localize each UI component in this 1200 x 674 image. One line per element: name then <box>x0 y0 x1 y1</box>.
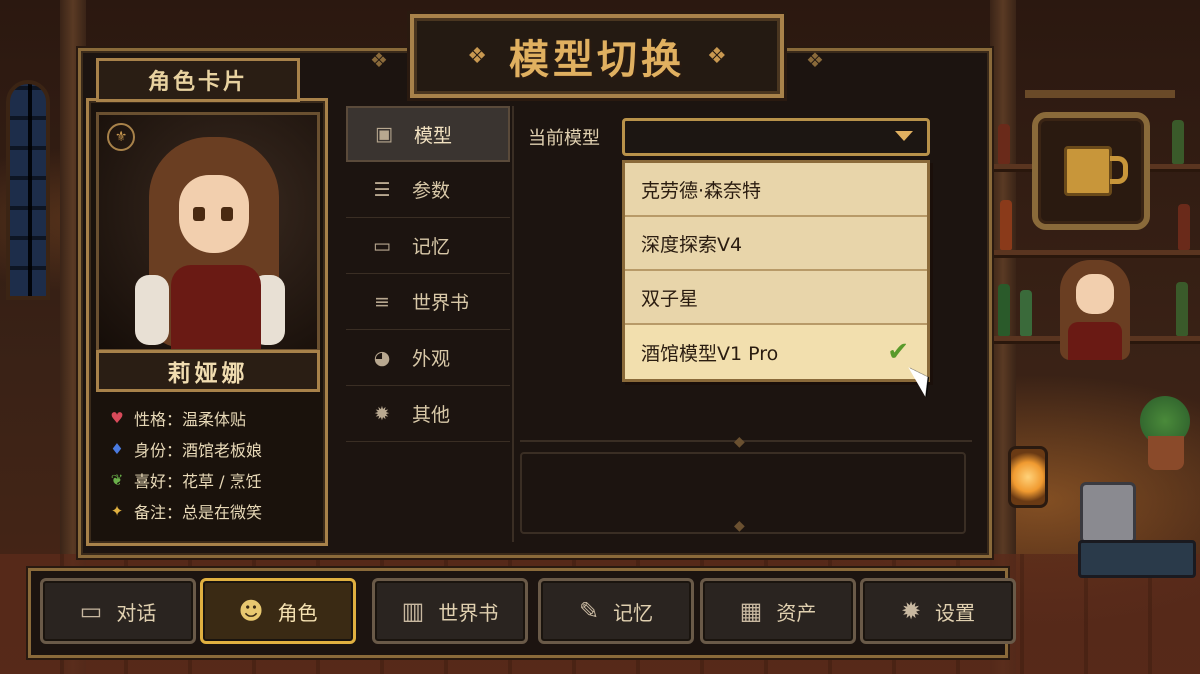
tab-settings[interactable]: ✹ 设置 <box>860 578 1016 644</box>
chest-icon: ▦ <box>739 597 763 625</box>
model-select[interactable] <box>622 118 930 156</box>
bottle <box>1000 200 1012 250</box>
nav-item-model[interactable]: ▣ 模型 <box>346 106 510 162</box>
option-label: 酒馆模型V1 Pro <box>641 342 779 365</box>
nav-label: 外观 <box>412 348 451 370</box>
trait-text: 性格：温柔体贴 <box>134 409 247 429</box>
option-label: 双子星 <box>641 287 699 310</box>
ornament-icon: ◆ <box>734 434 745 450</box>
nav-item-other[interactable]: ✹ 其他 <box>346 386 510 442</box>
character-name: 莉娅娜 <box>96 350 320 392</box>
page-title: 模型切换 <box>509 37 685 83</box>
checkmark-icon: ✔ <box>887 337 909 367</box>
nav-label: 模型 <box>414 124 453 147</box>
nav-item-params[interactable]: ☰ 参数 <box>346 162 510 218</box>
book <box>1078 540 1196 578</box>
trait-text: 备注：总是在微笑 <box>134 502 263 522</box>
chat-icon: ▭ <box>79 597 103 625</box>
settings-nav: ▣ 模型 ☰ 参数 ▭ 记忆 ≡ 世界书 ◕ 外观 ✹ 其他 <box>346 106 510 542</box>
gear-icon: ✹ <box>900 597 922 625</box>
option-label: 深度探索V4 <box>641 233 743 256</box>
tab-label: 世界书 <box>438 600 499 625</box>
sign-bar <box>1025 90 1175 98</box>
trait-row: ♥ 性格：温柔体贴 <box>108 402 318 433</box>
character-portrait: ⚜ <box>96 112 320 352</box>
gear-icon: ✹ <box>374 402 390 425</box>
gem-icon: ♦ <box>110 439 124 458</box>
model-option-selected[interactable]: 酒馆模型V1 Pro ✔ <box>625 325 927 379</box>
star-icon: ✦ <box>110 501 124 520</box>
tab-memory[interactable]: ✎ 记忆 <box>538 578 694 644</box>
nav-label: 世界书 <box>412 292 470 314</box>
model-option[interactable]: 深度探索V4 <box>625 217 927 271</box>
quill-icon: ✎ <box>578 597 600 625</box>
tab-assets[interactable]: ▦ 资产 <box>700 578 856 644</box>
tab-chat[interactable]: ▭ 对话 <box>40 578 196 644</box>
tab-worldbook[interactable]: ▥ 世界书 <box>372 578 528 644</box>
leaf-icon: ❦ <box>110 470 124 489</box>
bottle <box>998 124 1010 164</box>
tab-label: 记忆 <box>613 600 654 625</box>
model-option[interactable]: 克劳德·森奈特 <box>625 163 927 217</box>
trait-row: ♦ 身份：酒馆老板娘 <box>108 433 318 464</box>
lantern <box>1008 446 1048 508</box>
bottle <box>1178 204 1190 250</box>
model-dropdown: 克劳德·森奈特 深度探索V4 双子星 酒馆模型V1 Pro ✔ <box>622 160 930 382</box>
ornament-icon: ❖ <box>467 43 487 69</box>
tab-label: 资产 <box>776 600 817 625</box>
palette-icon: ◕ <box>373 346 391 369</box>
trait-row: ❦ 喜好：花草 / 烹饪 <box>108 464 318 495</box>
bottle <box>1020 290 1032 336</box>
trait-row: ✦ 备注：总是在微笑 <box>108 495 318 526</box>
nav-item-appearance[interactable]: ◕ 外观 <box>346 330 510 386</box>
emblem-icon: ⚜ <box>107 123 135 151</box>
tab-label: 对话 <box>116 600 157 625</box>
nav-item-worldbook[interactable]: ≡ 世界书 <box>346 274 510 330</box>
bottle <box>1172 120 1184 164</box>
chip-icon: ▣ <box>375 123 393 145</box>
ornament-icon: ◆ <box>734 518 745 534</box>
book-icon: ▥ <box>401 597 425 625</box>
sliders-icon: ☰ <box>373 178 391 201</box>
chat-bubble-icon: ▭ <box>373 234 391 257</box>
tab-label: 设置 <box>935 600 976 625</box>
trait-text: 喜好：花草 / 烹饪 <box>134 471 262 491</box>
divider <box>520 440 972 442</box>
ornament-icon: ❖ <box>806 48 824 72</box>
model-option[interactable]: 双子星 <box>625 271 927 325</box>
ornament-icon: ❖ <box>370 48 388 72</box>
tavern-mug-sign <box>1032 112 1150 230</box>
barmaid-figure <box>1060 260 1130 360</box>
tab-character[interactable]: ☻ 角色 <box>200 578 356 644</box>
nav-item-memory[interactable]: ▭ 记忆 <box>346 218 510 274</box>
trait-text: 身份：酒馆老板娘 <box>134 440 263 460</box>
card-title: 角色卡片 <box>96 58 300 102</box>
mug <box>1080 482 1136 544</box>
users-icon: ☻ <box>238 597 264 625</box>
arched-window <box>6 80 50 300</box>
bottle <box>998 284 1010 336</box>
heart-icon: ♥ <box>110 408 124 427</box>
ornament-icon: ❖ <box>707 43 727 69</box>
trait-list: ♥ 性格：温柔体贴 ♦ 身份：酒馆老板娘 ❦ 喜好：花草 / 烹饪 ✦ 备注：总… <box>108 402 318 526</box>
nav-label: 其他 <box>412 404 451 426</box>
chevron-down-icon <box>895 131 913 141</box>
tab-label: 角色 <box>277 600 318 625</box>
database-icon: ≡ <box>374 290 390 313</box>
shelf <box>992 250 1200 258</box>
option-label: 克劳德·森奈特 <box>641 179 762 202</box>
nav-label: 记忆 <box>412 236 451 258</box>
bottle <box>1176 282 1188 336</box>
model-field-label: 当前模型 <box>528 128 600 149</box>
plant-pot <box>1148 436 1184 470</box>
nav-label: 参数 <box>412 180 451 202</box>
title-plate: ❖ 模型切换 ❖ <box>410 14 784 98</box>
